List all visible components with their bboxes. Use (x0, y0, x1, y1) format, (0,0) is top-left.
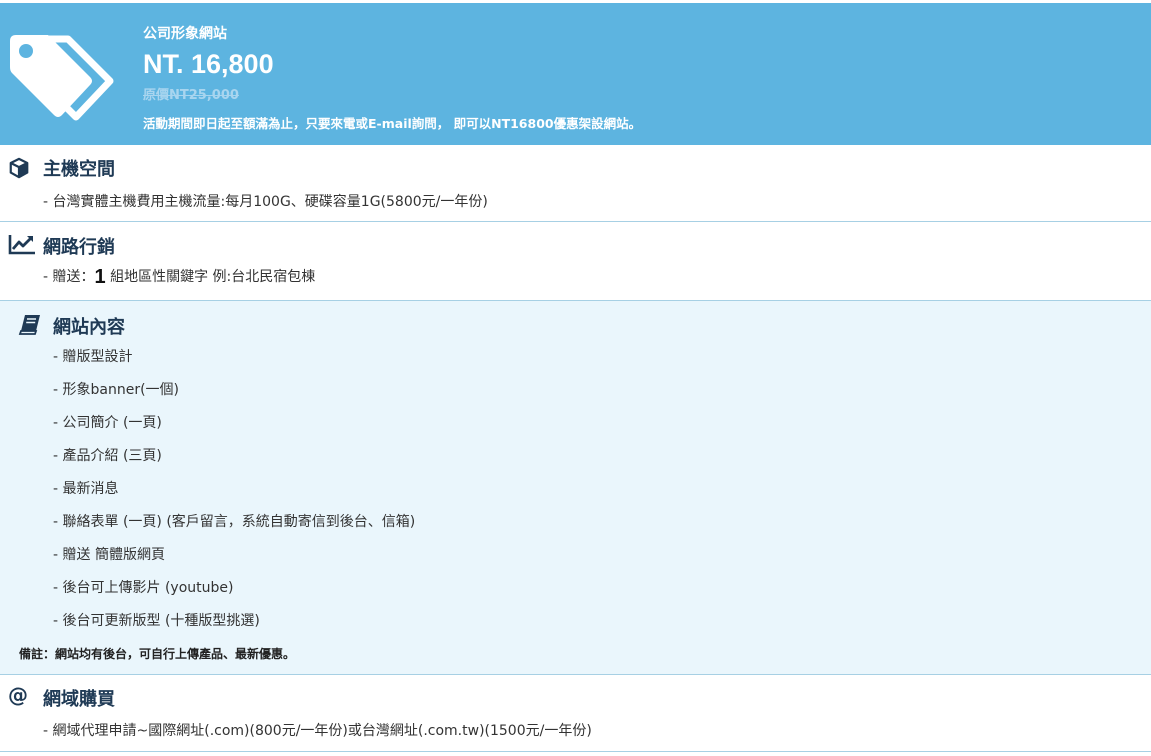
marketing-prefix: - 贈送： (43, 269, 95, 285)
content-item: - 產品介紹 (三頁) (53, 448, 162, 464)
content-item: - 後台可上傳影片 (youtube) (53, 580, 234, 596)
content-item: - 形象banner(一個) (53, 382, 180, 398)
marketing-section: 網路行銷 - 贈送：1 組地區性關鍵字 例:台北民宿包棟 (0, 222, 1151, 301)
domain-title: 網域購買 (43, 689, 115, 710)
trending-chart-icon (8, 235, 35, 255)
content-item: - 後台可更新版型 (十種版型挑選) (53, 613, 260, 629)
keyword-count: 1 (94, 266, 106, 288)
content-item: - 公司簡介 (一頁) (53, 415, 162, 431)
price-tag-icon (10, 35, 114, 121)
promo-banner: 公司形象網站 NT. 16,800 原價NT25,000 活動期間即日起至額滿為… (0, 3, 1151, 145)
package-title: 公司形象網站 (143, 26, 227, 42)
domain-item: - 網域代理申請~國際網址(.com)(800元/一年份)或台灣網址(.com.… (43, 723, 592, 739)
marketing-title: 網路行銷 (43, 237, 115, 258)
at-sign-icon: @ (8, 683, 28, 707)
content-item: - 贈送 簡體版網頁 (53, 547, 165, 563)
marketing-suffix: 組地區性關鍵字 例:台北民宿包棟 (105, 269, 316, 285)
content-item: - 聯絡表單 (一頁) (客戶留言，系統自動寄信到後台、信箱) (53, 514, 416, 530)
content-item: - 最新消息 (53, 481, 119, 497)
content-section: 網站內容 - 贈版型設計 - 形象banner(一個) - 公司簡介 (一頁) … (0, 301, 1151, 675)
cube-icon (9, 157, 29, 179)
content-item: - 贈版型設計 (53, 349, 133, 365)
domain-section: @ 網域購買 - 網域代理申請~國際網址(.com)(800元/一年份)或台灣網… (0, 675, 1151, 752)
book-icon (18, 315, 40, 335)
original-price: 原價NT25,000 (143, 88, 239, 103)
promo-text: 活動期間即日起至額滿為止，只要來電或E-mail詢問， 即可以NT16800優惠… (143, 116, 642, 131)
package-price: NT. 16,800 (143, 49, 274, 79)
hosting-item: - 台灣實體主機費用主機流量:每月100G、硬碟容量1G(5800元/一年份) (43, 194, 488, 210)
content-title: 網站內容 (53, 317, 125, 338)
hosting-title: 主機空間 (43, 159, 115, 180)
content-note: 備註：網站均有後台，可自行上傳產品、最新優惠。 (19, 647, 296, 661)
hosting-section: 主機空間 - 台灣實體主機費用主機流量:每月100G、硬碟容量1G(5800元/… (0, 146, 1151, 222)
marketing-item: - 贈送：1 組地區性關鍵字 例:台北民宿包棟 (43, 266, 315, 289)
